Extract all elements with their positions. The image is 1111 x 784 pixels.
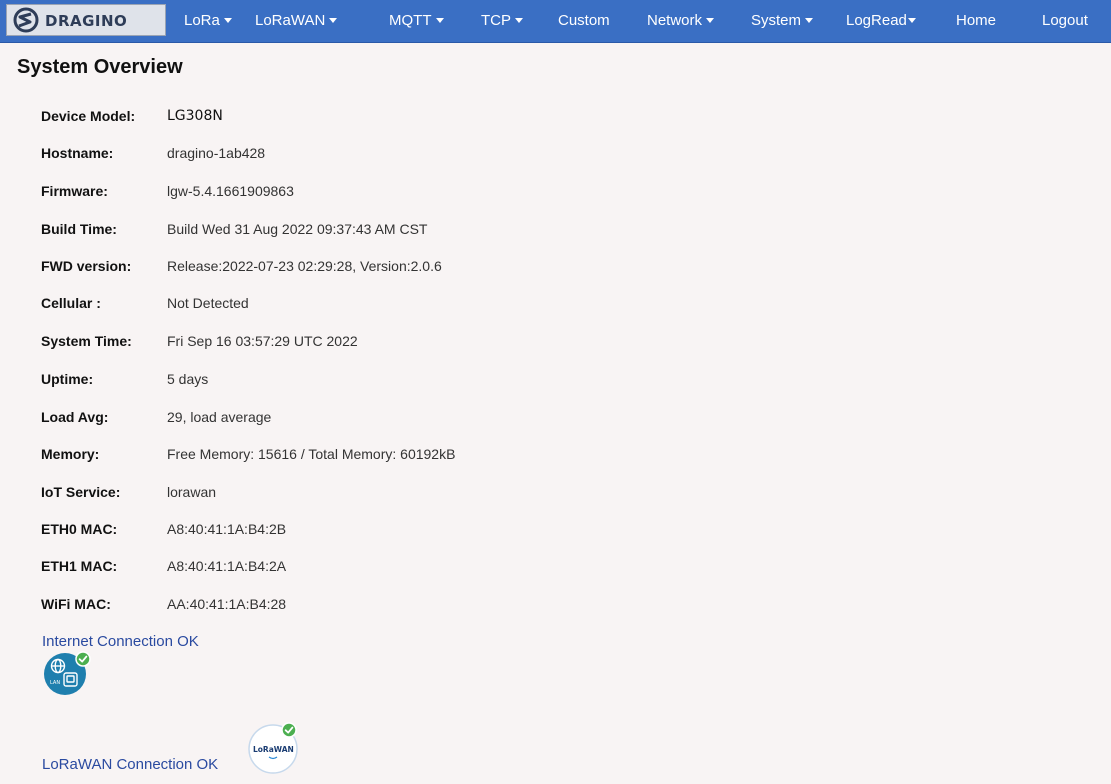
- info-label: Cellular :: [41, 295, 101, 311]
- nav-lora[interactable]: LoRa: [184, 0, 232, 42]
- info-value: Build Wed 31 Aug 2022 09:37:43 AM CST: [167, 221, 428, 237]
- dragino-logo[interactable]: DRAGINO: [6, 4, 166, 36]
- info-value: Not Detected: [167, 295, 249, 311]
- nav-logout[interactable]: Logout: [1042, 0, 1088, 42]
- info-label: Device Model:: [41, 108, 136, 124]
- info-value: lorawan: [167, 484, 217, 500]
- lorawan-connection-icon: LoRaWAN: [248, 722, 298, 774]
- svg-text:LAN: LAN: [50, 680, 60, 686]
- internet-connection-icon: LAN: [44, 651, 91, 695]
- lorawan-status-text: LoRaWAN Connection OK: [42, 756, 219, 773]
- info-label: Build Time:: [41, 221, 117, 237]
- info-label: FWD version:: [41, 258, 132, 274]
- chevron-down-icon: [907, 18, 916, 23]
- info-label: ETH1 MAC:: [41, 558, 118, 574]
- page-title: System Overview: [17, 56, 183, 78]
- info-value: 29, load average: [167, 409, 272, 425]
- chevron-down-icon: [706, 18, 715, 23]
- info-label: IoT Service:: [41, 484, 121, 500]
- info-value: A8:40:41:1A:B4:2A: [167, 558, 287, 574]
- info-value: Release:2022-07-23 02:29:28, Version:2.0…: [167, 258, 442, 274]
- info-label: Uptime:: [41, 371, 94, 387]
- info-value: A8:40:41:1A:B4:2B: [167, 521, 287, 537]
- nav-tcp[interactable]: TCP: [481, 0, 523, 42]
- info-label: Memory:: [41, 446, 100, 462]
- info-value: 5 days: [167, 371, 209, 387]
- info-value: LG308N: [167, 108, 223, 124]
- nav-custom[interactable]: Custom: [558, 0, 610, 42]
- nav-network[interactable]: Network: [647, 0, 715, 42]
- logo-text: DRAGINO: [45, 12, 128, 30]
- nav-home[interactable]: Home: [956, 0, 996, 42]
- info-label: Hostname:: [41, 145, 114, 161]
- check-badge-icon: [75, 651, 91, 667]
- info-value: Free Memory: 15616 / Total Memory: 60192…: [167, 446, 456, 462]
- nav-lorawan[interactable]: LoRaWAN: [255, 0, 338, 42]
- info-value: lgw-5.4.1661909863: [167, 183, 294, 199]
- info-label: System Time:: [41, 333, 132, 349]
- info-value: AA:40:41:1A:B4:28: [167, 596, 287, 612]
- nav-logread[interactable]: LogRead: [846, 0, 916, 42]
- nav-mqtt[interactable]: MQTT: [389, 0, 444, 42]
- info-label: WiFi MAC:: [41, 596, 111, 612]
- info-label: ETH0 MAC:: [41, 521, 118, 537]
- info-value: Fri Sep 16 03:57:29 UTC 2022: [167, 333, 358, 349]
- chevron-down-icon: [223, 18, 232, 23]
- chevron-down-icon: [329, 18, 338, 23]
- lorawan-logo-text: LoRaWAN: [253, 745, 294, 754]
- chevron-down-icon: [805, 18, 814, 23]
- dragino-logo-icon: [13, 7, 39, 33]
- info-label: Firmware:: [41, 183, 108, 199]
- chevron-down-icon: [515, 18, 523, 23]
- top-navbar: DRAGINO LoRa LoRaWAN MQTT TCP Custom Net…: [0, 0, 1111, 43]
- chevron-down-icon: [435, 18, 444, 23]
- info-label: Load Avg:: [41, 409, 109, 425]
- info-value: dragino-1ab428: [167, 145, 266, 161]
- check-badge-icon: [281, 722, 297, 738]
- nav-system[interactable]: System: [751, 0, 814, 42]
- internet-status-text: Internet Connection OK: [42, 633, 199, 650]
